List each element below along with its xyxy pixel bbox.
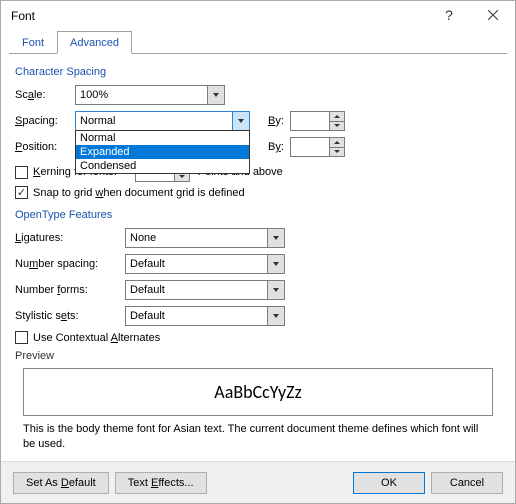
chevron-down-icon	[207, 86, 224, 104]
snap-to-grid-checkbox[interactable]	[15, 186, 28, 199]
spin-up-icon[interactable]	[329, 138, 344, 148]
position-by-input[interactable]	[290, 137, 345, 157]
spin-up-icon[interactable]	[329, 112, 344, 122]
scale-label: Scale:	[15, 89, 75, 101]
ligatures-label: Ligatures:	[15, 232, 125, 244]
number-forms-select[interactable]: Default	[125, 280, 285, 300]
character-spacing-group-label: Character Spacing	[15, 66, 501, 78]
chevron-down-icon	[267, 255, 284, 273]
text-effects-button[interactable]: Text Effects...	[115, 472, 207, 494]
spin-down-icon[interactable]	[329, 148, 344, 157]
set-as-default-label: Set As Default	[26, 477, 96, 489]
number-spacing-select[interactable]: Default	[125, 254, 285, 274]
ligatures-value: None	[130, 232, 156, 244]
chevron-down-icon	[267, 281, 284, 299]
titlebar: Font ?	[1, 1, 515, 31]
spacing-option-expanded[interactable]: Expanded	[76, 145, 249, 159]
preview-label: Preview	[15, 350, 501, 362]
spin-down-icon[interactable]	[329, 122, 344, 131]
chevron-down-icon	[232, 112, 249, 130]
spacing-value: Normal	[80, 115, 115, 127]
tab-advanced-label: Advanced	[70, 37, 119, 49]
stylistic-sets-select[interactable]: Default	[125, 306, 285, 326]
tab-advanced[interactable]: Advanced	[57, 31, 132, 54]
cancel-button[interactable]: Cancel	[431, 472, 503, 494]
preview-box: AaBbCcYyZz	[23, 368, 493, 416]
spacing-dropdown-list: Normal Expanded Condensed	[75, 130, 250, 174]
font-dialog: Font ? Font Advanced Character Spacing S…	[0, 0, 516, 504]
tab-font[interactable]: Font	[9, 31, 57, 54]
preview-description: This is the body theme font for Asian te…	[23, 422, 493, 452]
ligatures-select[interactable]: None	[125, 228, 285, 248]
chevron-down-icon	[267, 307, 284, 325]
close-icon	[488, 10, 498, 20]
scale-select[interactable]: 100%	[75, 85, 225, 105]
opentype-group-label: OpenType Features	[15, 209, 501, 221]
contextual-alternates-checkbox[interactable]	[15, 331, 28, 344]
spacing-by-input[interactable]	[290, 111, 345, 131]
number-spacing-label: Number spacing:	[15, 258, 125, 270]
scale-value: 100%	[80, 89, 108, 101]
spacing-option-condensed[interactable]: Condensed	[76, 159, 249, 173]
dialog-footer: Set As Default Text Effects... OK Cancel	[1, 461, 515, 503]
spacing-by-label: By:	[268, 115, 284, 127]
snap-to-grid-label: Snap to grid when document grid is defin…	[33, 187, 245, 199]
dialog-content: Character Spacing Scale: 100% Spacing: N…	[1, 54, 515, 462]
chevron-down-icon	[267, 229, 284, 247]
stylistic-sets-label: Stylistic sets:	[15, 310, 125, 322]
position-by-label: By:	[268, 141, 284, 153]
help-icon: ?	[445, 7, 453, 23]
text-effects-label: Text Effects...	[128, 477, 194, 489]
ok-label: OK	[381, 477, 397, 489]
spacing-option-normal[interactable]: Normal	[76, 131, 249, 145]
kerning-checkbox[interactable]	[15, 166, 28, 179]
help-button[interactable]: ?	[427, 1, 471, 29]
contextual-alternates-label: Use Contextual Alternates	[33, 332, 160, 344]
cancel-label: Cancel	[450, 477, 484, 489]
number-spacing-value: Default	[130, 258, 165, 270]
preview-sample: AaBbCcYyZz	[214, 381, 301, 403]
dialog-title: Font	[11, 9, 35, 23]
stylistic-sets-value: Default	[130, 310, 165, 322]
number-forms-label: Number forms:	[15, 284, 125, 296]
spacing-label: Spacing:	[15, 115, 75, 127]
number-forms-value: Default	[130, 284, 165, 296]
spacing-select[interactable]: Normal	[75, 111, 250, 131]
tab-font-label: Font	[22, 37, 44, 49]
ok-button[interactable]: OK	[353, 472, 425, 494]
position-label: Position:	[15, 141, 75, 153]
tab-bar: Font Advanced	[1, 31, 515, 54]
set-as-default-button[interactable]: Set As Default	[13, 472, 109, 494]
close-button[interactable]	[471, 1, 515, 29]
